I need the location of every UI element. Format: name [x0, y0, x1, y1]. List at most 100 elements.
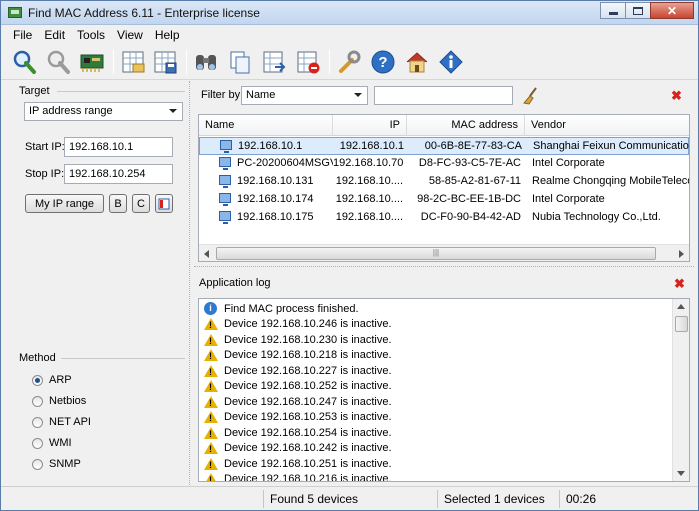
cell-mac: DC-F0-90-B4-42-AD	[420, 211, 521, 223]
vertical-scrollbar[interactable]	[672, 299, 689, 481]
close-log-button[interactable]: ✖	[674, 276, 685, 292]
log-entry: i Find MAC process finished.	[204, 301, 359, 316]
cell-vendor: Shanghai Feixun Communication Co....	[533, 140, 690, 152]
stop-ip-input[interactable]: 192.168.10.254	[64, 164, 173, 184]
method-wmi-radio[interactable]: WMI	[32, 437, 72, 449]
warning-icon	[204, 426, 218, 439]
column-header-mac[interactable]: MAC address	[407, 115, 525, 136]
target-mode-select[interactable]: IP address range	[24, 102, 183, 121]
scan-button[interactable]	[10, 48, 38, 76]
table-row[interactable]: 192.168.10.175 192.168.10.... DC-F0-90-B4-…	[199, 209, 689, 227]
menu-tools[interactable]: Tools	[71, 25, 111, 44]
list-icon	[158, 198, 170, 209]
method-snmp-radio[interactable]: SNMP	[32, 458, 81, 470]
export-button[interactable]	[260, 48, 288, 76]
table-row[interactable]: PC-20200604MSGV 192.168.10.70 D8-FC-93-C5-…	[199, 155, 689, 173]
filter-input[interactable]	[374, 86, 513, 105]
column-header-ip[interactable]: IP	[333, 115, 407, 136]
chevron-down-icon	[354, 93, 362, 97]
class-b-button[interactable]: B	[109, 194, 127, 213]
menu-help[interactable]: Help	[149, 25, 186, 44]
menu-file[interactable]: File	[7, 25, 38, 44]
find-button[interactable]	[192, 48, 220, 76]
warning-icon	[204, 473, 218, 481]
open-button[interactable]	[119, 48, 147, 76]
log-text: Device 192.168.10.227 is inactive.	[224, 364, 392, 377]
save-button[interactable]	[151, 48, 179, 76]
network-card-icon	[80, 54, 104, 72]
network-card-button[interactable]	[78, 48, 106, 76]
method-arp-radio[interactable]: ARP	[32, 374, 72, 386]
log-entry: Device 192.168.10.227 is inactive.	[204, 363, 392, 378]
application-log: i Find MAC process finished. Device 192.16…	[198, 298, 690, 482]
scroll-right-icon[interactable]	[679, 250, 684, 258]
warning-icon	[204, 380, 218, 392]
range-list-button[interactable]	[155, 194, 173, 213]
menu-edit[interactable]: Edit	[38, 25, 71, 44]
close-icon: ✖	[671, 88, 682, 103]
filter-field-select[interactable]: Name	[241, 86, 368, 105]
scroll-left-icon[interactable]	[204, 250, 209, 258]
method-netbios-radio[interactable]: Netbios	[32, 395, 86, 407]
table-row[interactable]: 192.168.10.131 192.168.10.... 58-85-A2-81-…	[199, 173, 689, 191]
log-text: Device 192.168.10.218 is inactive.	[224, 349, 392, 361]
table-row[interactable]: 192.168.10.1 192.168.10.1 00-6B-8E-77-83-C…	[199, 137, 689, 155]
info-icon: i	[204, 302, 217, 315]
column-header-vendor[interactable]: Vendor	[525, 115, 689, 136]
clear-filter-button[interactable]	[521, 86, 541, 106]
stop-button[interactable]	[44, 48, 72, 76]
method-option-label: Netbios	[49, 395, 87, 407]
scroll-down-icon[interactable]	[677, 471, 685, 476]
cell-mac: 58-85-A2-81-67-11	[428, 175, 521, 187]
log-text: Find MAC process finished.	[224, 302, 359, 315]
table-row[interactable]: 192.168.10.174 192.168.10.... 98-2C-BC-EE-…	[199, 191, 689, 209]
cell-vendor: Intel Corporate	[532, 157, 605, 169]
pane-splitter[interactable]	[194, 266, 694, 267]
column-header-name[interactable]: Name	[199, 115, 333, 136]
log-entry: Device 192.168.10.216 is inactive.	[204, 472, 392, 481]
computer-icon	[219, 175, 231, 188]
about-button[interactable]	[437, 48, 465, 76]
options-button[interactable]	[335, 48, 363, 76]
method-netapi-radio[interactable]: NET API	[32, 416, 91, 428]
delete-button[interactable]	[294, 48, 322, 76]
about-icon	[439, 50, 463, 74]
app-icon	[8, 7, 22, 18]
help-button[interactable]: ?	[369, 48, 397, 76]
menu-view[interactable]: View	[111, 25, 149, 44]
title-bar: Find MAC Address 6.11 - Enterprise licen…	[1, 1, 698, 25]
close-button[interactable]: ✕	[650, 2, 694, 19]
horizontal-scrollbar[interactable]: |||	[199, 244, 689, 261]
target-mode-value: IP address range	[29, 105, 113, 117]
method-option-label: SNMP	[49, 458, 81, 470]
scroll-up-icon[interactable]	[677, 304, 685, 309]
panel-splitter[interactable]	[189, 81, 193, 485]
scroll-thumb[interactable]	[675, 316, 688, 332]
scroll-thumb[interactable]: |||	[216, 247, 656, 260]
toolbar-separator	[186, 50, 187, 74]
svg-text:?: ?	[378, 54, 387, 71]
log-text: Device 192.168.10.254 is inactive.	[224, 426, 392, 439]
log-text: Device 192.168.10.253 is inactive.	[224, 411, 392, 423]
log-text: Device 192.168.10.252 is inactive.	[224, 380, 392, 392]
log-entry: Device 192.168.10.251 is inactive.	[204, 456, 392, 471]
log-entry: Device 192.168.10.242 is inactive.	[204, 441, 392, 456]
my-ip-range-button[interactable]: My IP range	[25, 194, 104, 213]
log-text: Device 192.168.10.246 is inactive.	[224, 318, 392, 330]
chevron-down-icon	[169, 109, 177, 113]
stop-ip-label: Stop IP:	[25, 168, 65, 180]
computer-icon	[219, 211, 231, 224]
cell-name: 192.168.10.1	[238, 140, 303, 152]
copy-button[interactable]	[226, 48, 254, 76]
class-c-button[interactable]: C	[132, 194, 150, 213]
close-icon: ✕	[666, 3, 678, 18]
home-button[interactable]	[403, 48, 431, 76]
maximize-button[interactable]	[625, 2, 651, 19]
minimize-icon	[608, 12, 618, 15]
start-ip-input[interactable]: 192.168.10.1	[64, 137, 173, 157]
method-option-label: WMI	[49, 437, 72, 449]
save-icon	[154, 51, 177, 74]
method-group-label: Method	[19, 352, 56, 364]
close-filter-button[interactable]: ✖	[671, 88, 682, 104]
minimize-button[interactable]	[600, 2, 626, 19]
